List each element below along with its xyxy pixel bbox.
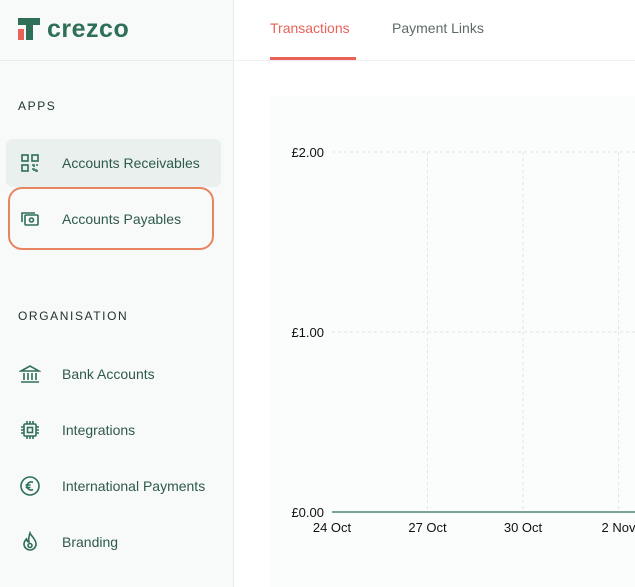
- nav-label: Integrations: [62, 422, 136, 438]
- x-tick-label: 24 Oct: [313, 520, 352, 535]
- logo-mark-icon: [18, 18, 40, 40]
- x-tick-label: 30 Oct: [504, 520, 543, 535]
- qr-code-icon: [19, 152, 41, 174]
- nav-label: Bank Accounts: [62, 366, 155, 382]
- active-tab-indicator: [270, 57, 356, 60]
- nav-branding[interactable]: Branding: [6, 518, 221, 566]
- nav-accounts-payables[interactable]: Accounts Payables: [6, 195, 221, 243]
- bank-icon: [19, 363, 41, 385]
- y-tick-label: £1.00: [291, 325, 324, 340]
- tab-bar: Transactions Payment Links: [235, 0, 635, 61]
- divider: [0, 60, 234, 61]
- nav-label: Accounts Payables: [62, 211, 182, 227]
- organisation-section-label: ORGANISATION: [18, 309, 129, 323]
- nav-label: International Payments: [62, 478, 206, 494]
- flame-icon: [19, 531, 41, 553]
- y-tick-label: £0.00: [291, 505, 324, 520]
- apps-section-label: APPS: [18, 99, 57, 113]
- nav-bank-accounts[interactable]: Bank Accounts: [6, 350, 221, 398]
- chip-icon: [19, 419, 41, 441]
- crezco-logo[interactable]: crezco: [18, 14, 129, 44]
- nav-international-payments[interactable]: International Payments: [6, 462, 221, 510]
- logo-text: crezco: [47, 14, 130, 43]
- nav-integrations[interactable]: Integrations: [6, 406, 221, 454]
- nav-label: Accounts Receivables: [62, 155, 200, 171]
- nav-accounts-receivables[interactable]: Accounts Receivables: [6, 139, 221, 187]
- transactions-chart: £0.00 £1.00 £2.00 24 Oct 27 Oct 30 Oct 2 Nov: [291, 145, 635, 535]
- transactions-chart-card: £0.00 £1.00 £2.00 24 Oct 27 Oct 30 Oct 2 Nov: [270, 96, 635, 587]
- y-tick-label: £2.00: [291, 145, 324, 160]
- tab-transactions[interactable]: Transactions: [270, 20, 350, 36]
- euro-icon: [19, 475, 41, 497]
- sidebar: crezco APPS Accounts Receivables Account…: [0, 0, 234, 587]
- nav-label: Branding: [62, 534, 119, 550]
- x-tick-label: 2 Nov: [602, 520, 635, 535]
- x-tick-label: 27 Oct: [408, 520, 447, 535]
- cash-icon: [19, 208, 41, 230]
- tab-payment-links[interactable]: Payment Links: [392, 20, 484, 36]
